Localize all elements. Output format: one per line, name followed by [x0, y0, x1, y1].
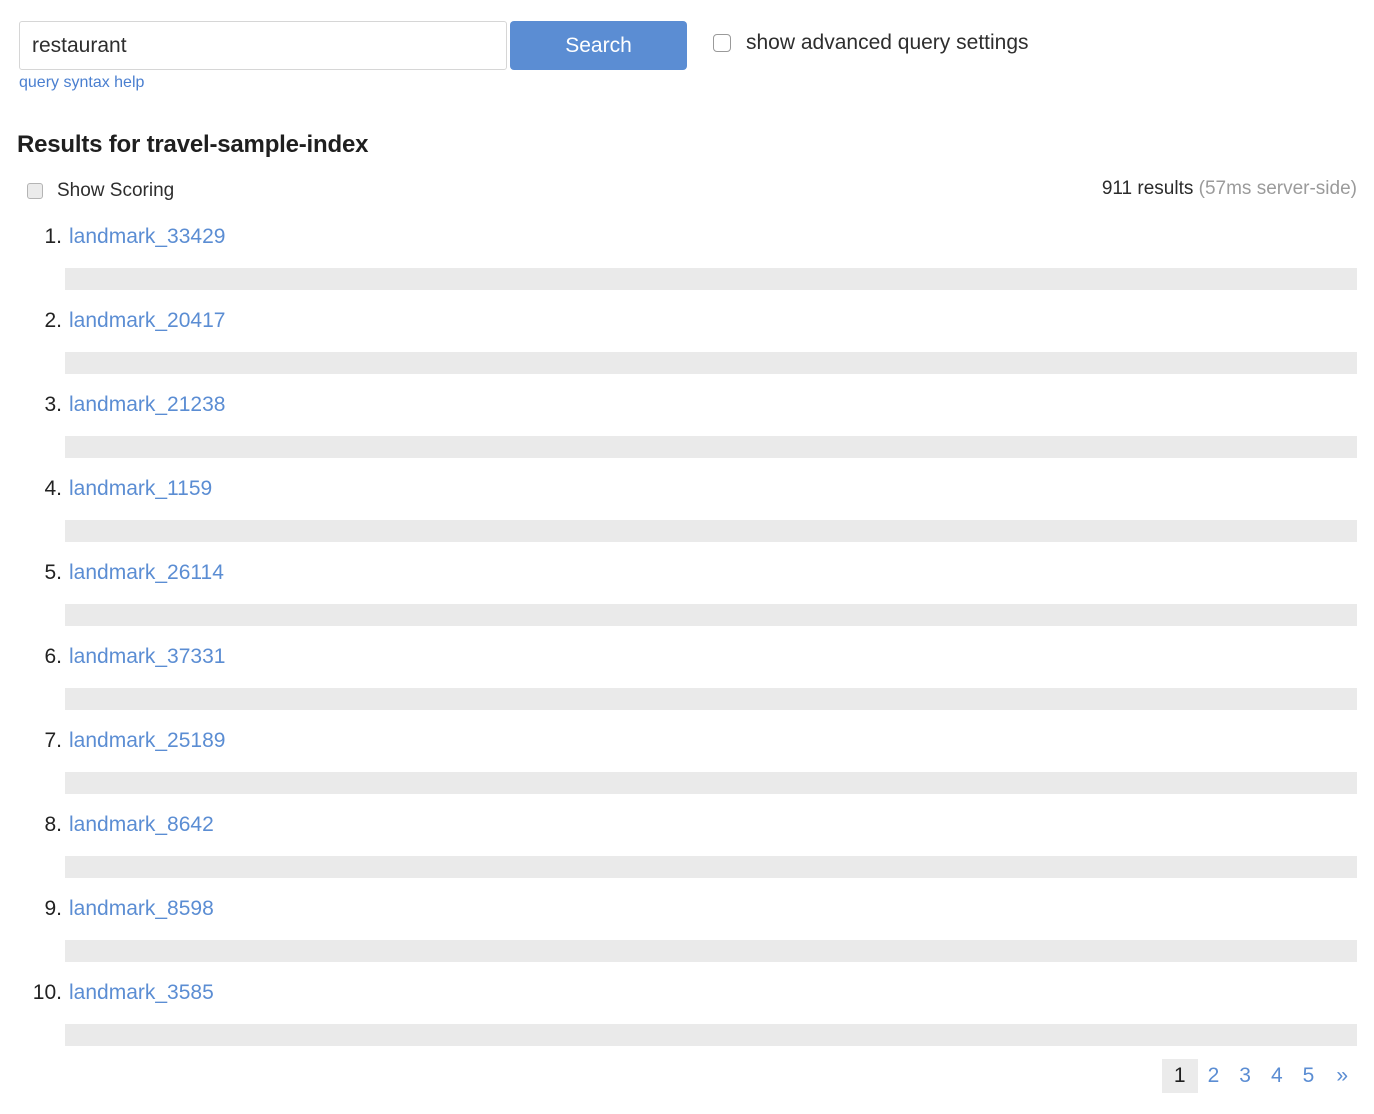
- pagination-next[interactable]: »: [1324, 1059, 1360, 1093]
- advanced-query-settings-toggle[interactable]: show advanced query settings: [713, 31, 1029, 55]
- result-link[interactable]: landmark_8598: [69, 897, 214, 921]
- result-header: 9. landmark_8598: [0, 892, 1374, 921]
- result-item: 6. landmark_37331: [0, 640, 1374, 724]
- result-snippet-placeholder: [65, 268, 1357, 290]
- advanced-query-settings-checkbox[interactable]: [713, 34, 731, 52]
- result-link[interactable]: landmark_20417: [69, 309, 225, 333]
- result-header: 3. landmark_21238: [0, 388, 1374, 417]
- result-index: 10.: [0, 981, 62, 1005]
- result-snippet-placeholder: [65, 520, 1357, 542]
- result-index: 8.: [0, 813, 62, 837]
- result-header: 1. landmark_33429: [0, 220, 1374, 249]
- result-header: 2. landmark_20417: [0, 304, 1374, 333]
- result-snippet-placeholder: [65, 940, 1357, 962]
- result-header: 4. landmark_1159: [0, 472, 1374, 501]
- result-count: 911 results (57ms server-side): [1102, 178, 1357, 200]
- result-item: 8. landmark_8642: [0, 808, 1374, 892]
- search-button[interactable]: Search: [510, 21, 687, 70]
- result-item: 4. landmark_1159: [0, 472, 1374, 556]
- result-index: 9.: [0, 897, 62, 921]
- result-item: 3. landmark_21238: [0, 388, 1374, 472]
- result-index: 2.: [0, 309, 62, 333]
- result-header: 5. landmark_26114: [0, 556, 1374, 585]
- result-link[interactable]: landmark_26114: [69, 561, 224, 585]
- results-list: 1. landmark_33429 2. landmark_20417 3. landma…: [0, 220, 1374, 1060]
- result-index: 5.: [0, 561, 62, 585]
- result-item: 7. landmark_25189: [0, 724, 1374, 808]
- result-link[interactable]: landmark_8642: [69, 813, 214, 837]
- result-header: 8. landmark_8642: [0, 808, 1374, 837]
- result-item: 1. landmark_33429: [0, 220, 1374, 304]
- pagination-page-4[interactable]: 4: [1261, 1059, 1293, 1093]
- result-header: 10. landmark_3585: [0, 976, 1374, 1005]
- result-snippet-placeholder: [65, 352, 1357, 374]
- page-title: Results for travel-sample-index: [17, 131, 368, 159]
- result-snippet-placeholder: [65, 436, 1357, 458]
- result-index: 6.: [0, 645, 62, 669]
- result-link[interactable]: landmark_3585: [69, 981, 214, 1005]
- result-count-value: 911 results: [1102, 178, 1194, 199]
- result-link[interactable]: landmark_1159: [69, 477, 212, 501]
- result-timing: (57ms server-side): [1199, 178, 1357, 199]
- result-snippet-placeholder: [65, 856, 1357, 878]
- pagination-page-5[interactable]: 5: [1293, 1059, 1325, 1093]
- result-snippet-placeholder: [65, 1024, 1357, 1046]
- result-item: 10. landmark_3585: [0, 976, 1374, 1060]
- result-link[interactable]: landmark_33429: [69, 225, 225, 249]
- result-item: 5. landmark_26114: [0, 556, 1374, 640]
- result-link[interactable]: landmark_21238: [69, 393, 225, 417]
- pagination-page-2[interactable]: 2: [1198, 1059, 1230, 1093]
- result-link[interactable]: landmark_25189: [69, 729, 225, 753]
- result-item: 9. landmark_8598: [0, 892, 1374, 976]
- result-link[interactable]: landmark_37331: [69, 645, 225, 669]
- pagination-page-1: 1: [1162, 1059, 1198, 1093]
- result-header: 7. landmark_25189: [0, 724, 1374, 753]
- result-index: 1.: [0, 225, 62, 249]
- pagination: 12345»: [1162, 1059, 1360, 1093]
- show-scoring-toggle[interactable]: Show Scoring: [27, 180, 174, 202]
- search-bar: Search: [19, 21, 687, 70]
- result-index: 7.: [0, 729, 62, 753]
- pagination-page-3[interactable]: 3: [1229, 1059, 1261, 1093]
- result-snippet-placeholder: [65, 688, 1357, 710]
- result-snippet-placeholder: [65, 604, 1357, 626]
- result-item: 2. landmark_20417: [0, 304, 1374, 388]
- result-snippet-placeholder: [65, 772, 1357, 794]
- advanced-query-settings-label: show advanced query settings: [746, 31, 1029, 55]
- query-syntax-help-link[interactable]: query syntax help: [19, 74, 144, 92]
- show-scoring-label: Show Scoring: [57, 180, 174, 202]
- result-index: 4.: [0, 477, 62, 501]
- result-header: 6. landmark_37331: [0, 640, 1374, 669]
- show-scoring-checkbox[interactable]: [27, 183, 43, 199]
- result-index: 3.: [0, 393, 62, 417]
- search-input[interactable]: [19, 21, 507, 70]
